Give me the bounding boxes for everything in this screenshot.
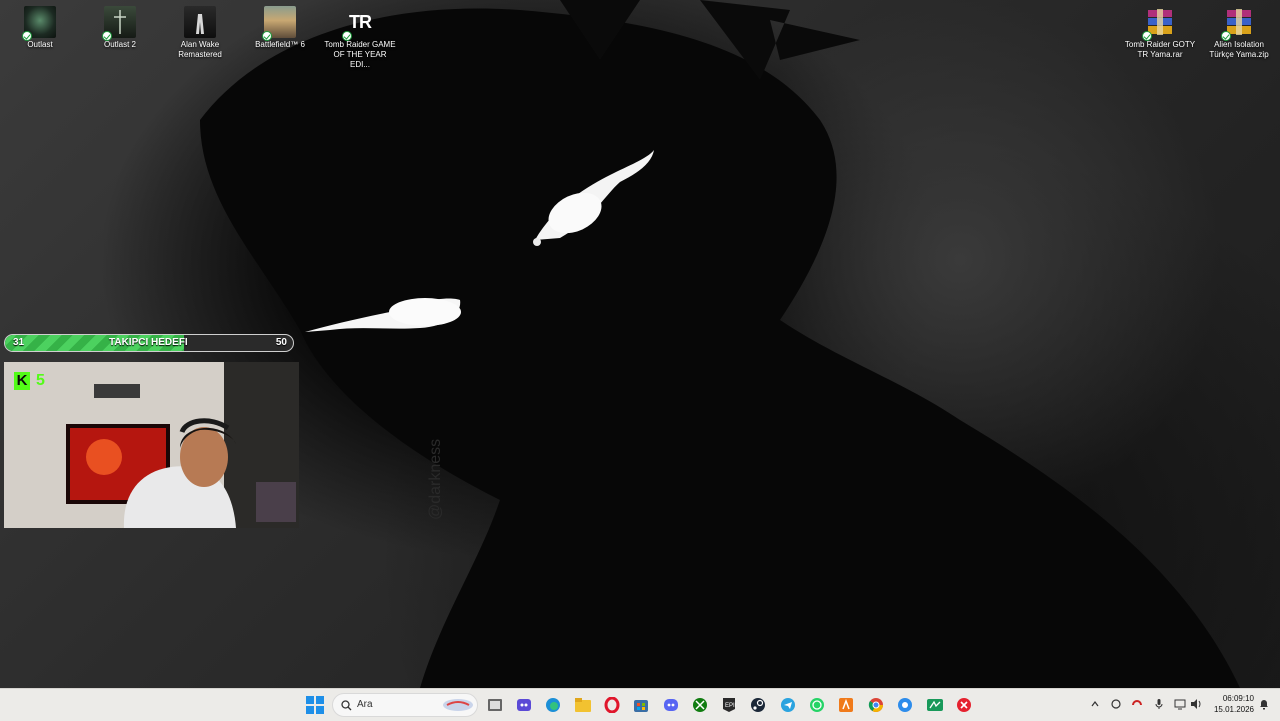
- task-view-icon[interactable]: [484, 694, 506, 716]
- sync-check-icon: [1221, 31, 1231, 41]
- search-highlight-icon: [443, 699, 473, 711]
- epic-games-icon[interactable]: EPIC: [718, 694, 740, 716]
- opera-icon[interactable]: [601, 694, 623, 716]
- desktop-icon-outlast-2[interactable]: Outlast 2: [81, 0, 159, 50]
- outlast-2-icon: [102, 6, 136, 41]
- app-green-icon[interactable]: [924, 694, 946, 716]
- goal-target-value: 50: [275, 337, 287, 348]
- winrar-zip-icon: [1221, 6, 1255, 41]
- steam-icon[interactable]: [747, 694, 769, 716]
- notification-icon[interactable]: [1258, 698, 1270, 710]
- tray-app2-icon[interactable]: [1131, 698, 1143, 710]
- sync-check-icon: [1142, 31, 1152, 41]
- desktop-icon-label: Alien Isolation Türkçe Yama.zip: [1209, 40, 1269, 59]
- desktop-icon-label: Outlast 2: [103, 40, 136, 49]
- desktop-icon-outlast[interactable]: Outlast: [1, 0, 79, 50]
- network-icon[interactable]: [1174, 698, 1186, 710]
- start-icon[interactable]: [304, 694, 326, 716]
- kick-badge: K 5: [14, 372, 45, 390]
- app-blue-icon[interactable]: [894, 694, 916, 716]
- desktop-icon-battlefield-6[interactable]: Battlefield™ 6: [241, 0, 319, 50]
- taskbar-clock[interactable]: 06:09:10 15.01.2026: [1206, 693, 1254, 715]
- chrome-icon[interactable]: [865, 694, 887, 716]
- desktop-icon-label: Alan Wake Remastered: [178, 40, 222, 59]
- desktop-icon-label: Tomb Raider GOTY TR Yama.rar: [1124, 40, 1196, 59]
- app-orange-icon[interactable]: [835, 694, 857, 716]
- svg-text:@darkness: @darkness: [427, 439, 444, 520]
- file-explorer-icon[interactable]: [572, 694, 594, 716]
- tr-logo-text: TR: [349, 11, 372, 32]
- app-red-icon[interactable]: [953, 694, 975, 716]
- desktop-icon-alan-wake[interactable]: Alan Wake Remastered: [161, 0, 239, 60]
- desktop-icon-label: Tomb Raider GAME OF THE YEAR EDI...: [324, 40, 396, 69]
- follower-goal-bar: 31 TAKIPCI HEDEFI 50: [4, 334, 294, 352]
- desktop-icon-label: Outlast: [27, 40, 53, 49]
- sync-check-icon: [262, 31, 272, 41]
- microphone-icon[interactable]: [1153, 698, 1165, 710]
- goal-label: TAKIPCI HEDEFI: [109, 337, 188, 348]
- store-icon[interactable]: [630, 694, 652, 716]
- discord-icon[interactable]: [660, 694, 682, 716]
- webcam-overlay: K 5: [4, 362, 299, 528]
- volume-icon[interactable]: [1190, 698, 1202, 710]
- taskbar: Ara EPIC 06:09:10 15.01.2026: [0, 688, 1280, 721]
- copilot-icon[interactable]: [513, 694, 535, 716]
- tray-app-icon[interactable]: [1110, 698, 1122, 710]
- kick-logo-icon: K: [14, 372, 30, 390]
- sync-check-icon: [102, 31, 112, 41]
- clock-date: 15.01.2026: [1213, 705, 1254, 714]
- search-icon: [341, 700, 352, 711]
- sync-check-icon: [342, 31, 352, 41]
- outlast-icon: [22, 6, 56, 41]
- xbox-icon[interactable]: [689, 694, 711, 716]
- search-placeholder: Ara: [357, 699, 373, 710]
- edge-icon[interactable]: [542, 694, 564, 716]
- alan-wake-icon: [184, 6, 216, 38]
- sync-check-icon: [22, 31, 32, 41]
- desktop-icon-label: Battlefield™ 6: [255, 40, 305, 49]
- telegram-icon[interactable]: [777, 694, 799, 716]
- desktop-icon-alien-isolation-yama-zip[interactable]: Alien Isolation Türkçe Yama.zip: [1200, 0, 1278, 60]
- goal-current-value: 31: [13, 337, 25, 348]
- webcam-feed: [4, 362, 299, 528]
- whatsapp-icon[interactable]: [806, 694, 828, 716]
- kick-viewer-count: 5: [36, 372, 45, 389]
- chevron-up-icon[interactable]: [1089, 698, 1101, 710]
- winrar-archive-icon: [1142, 6, 1176, 41]
- taskbar-search-box[interactable]: Ara: [332, 693, 478, 717]
- tomb-raider-icon: TR: [342, 6, 376, 41]
- desktop-icon-tomb-raider-goty[interactable]: TR Tomb Raider GAME OF THE YEAR EDI...: [321, 0, 399, 70]
- battlefield-icon: [262, 6, 296, 41]
- svg-text:EPIC: EPIC: [725, 703, 736, 709]
- clock-time: 06:09:10: [1222, 694, 1254, 703]
- desktop-icon-tomb-raider-yama-rar[interactable]: Tomb Raider GOTY TR Yama.rar: [1121, 0, 1199, 60]
